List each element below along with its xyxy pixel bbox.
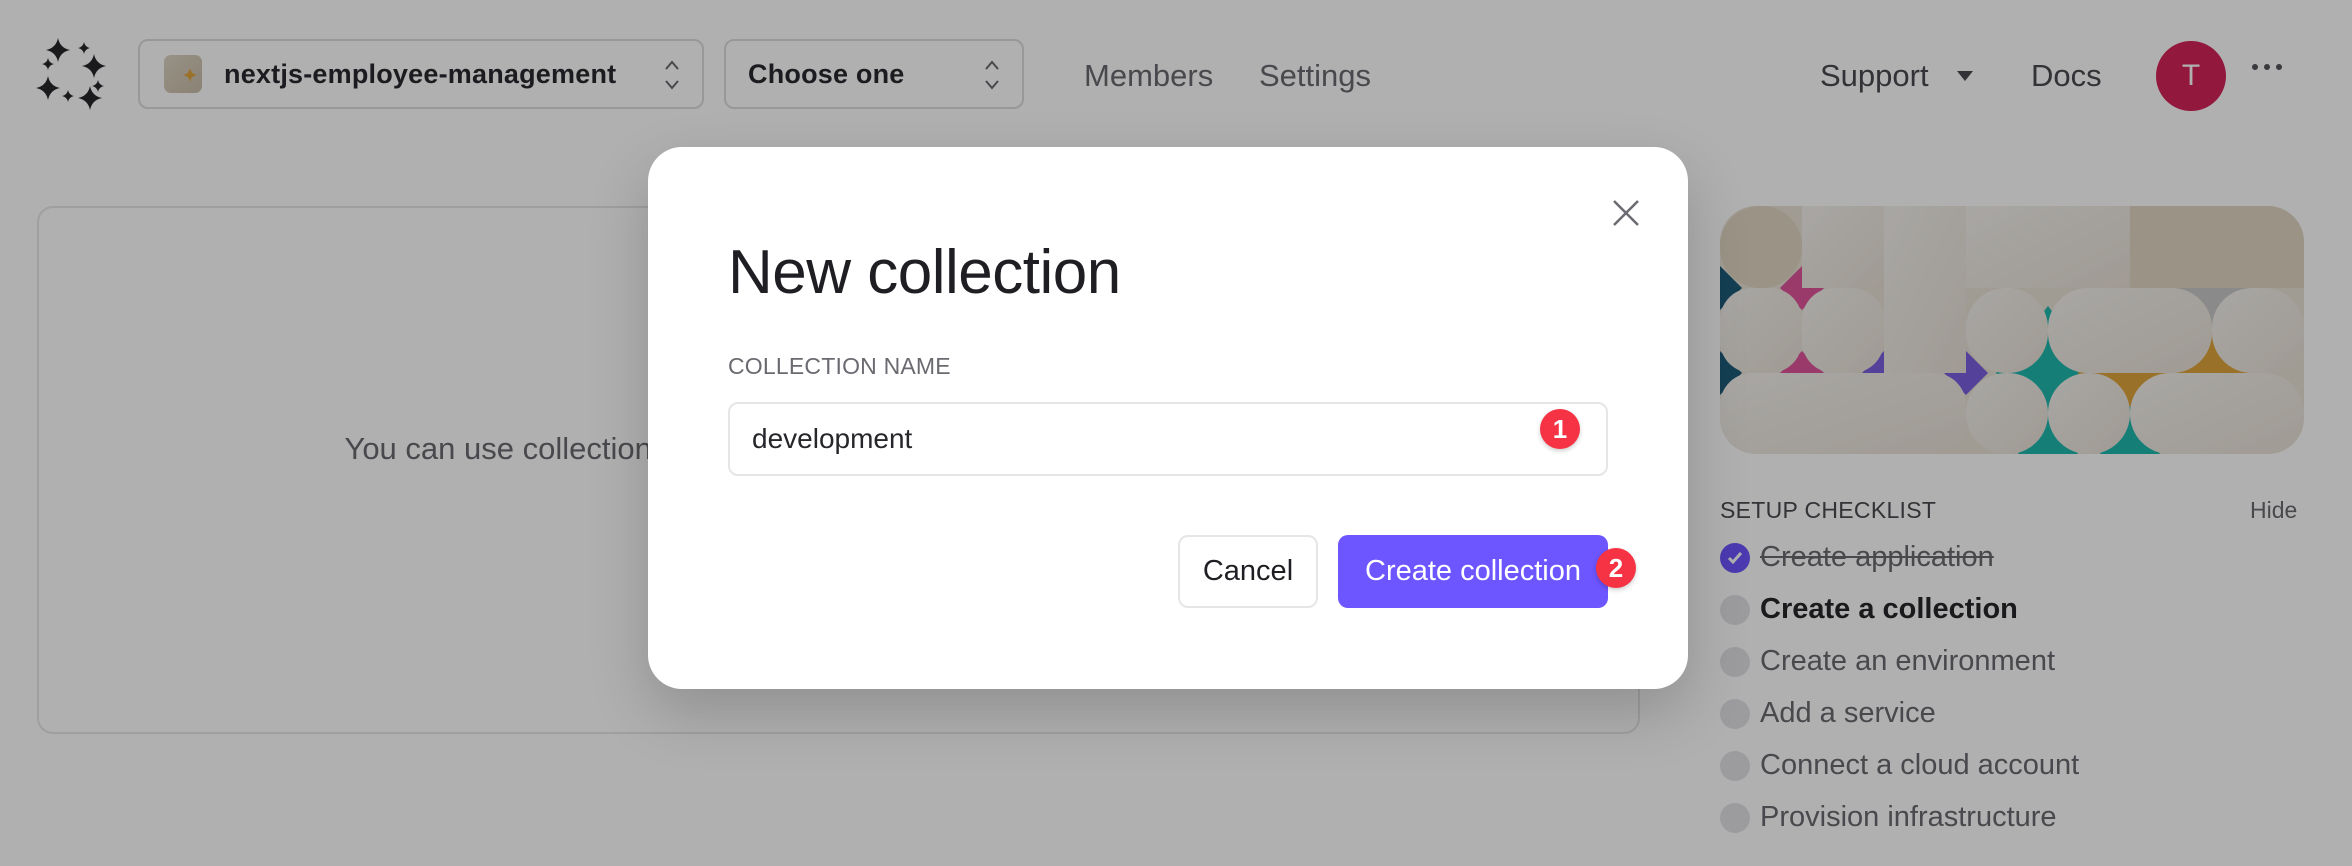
create-collection-button[interactable]: Create collection [1338,535,1608,608]
modal-title: New collection [728,238,1121,307]
new-collection-modal: New collection COLLECTION NAME 1 Cancel … [648,147,1688,689]
collection-name-input[interactable] [728,402,1608,476]
collection-name-label: COLLECTION NAME [728,353,951,379]
cancel-button[interactable]: Cancel [1178,535,1318,608]
close-icon[interactable] [1610,197,1642,229]
annotation-badge-2: 2 [1596,548,1636,588]
annotation-badge-1: 1 [1540,409,1580,449]
